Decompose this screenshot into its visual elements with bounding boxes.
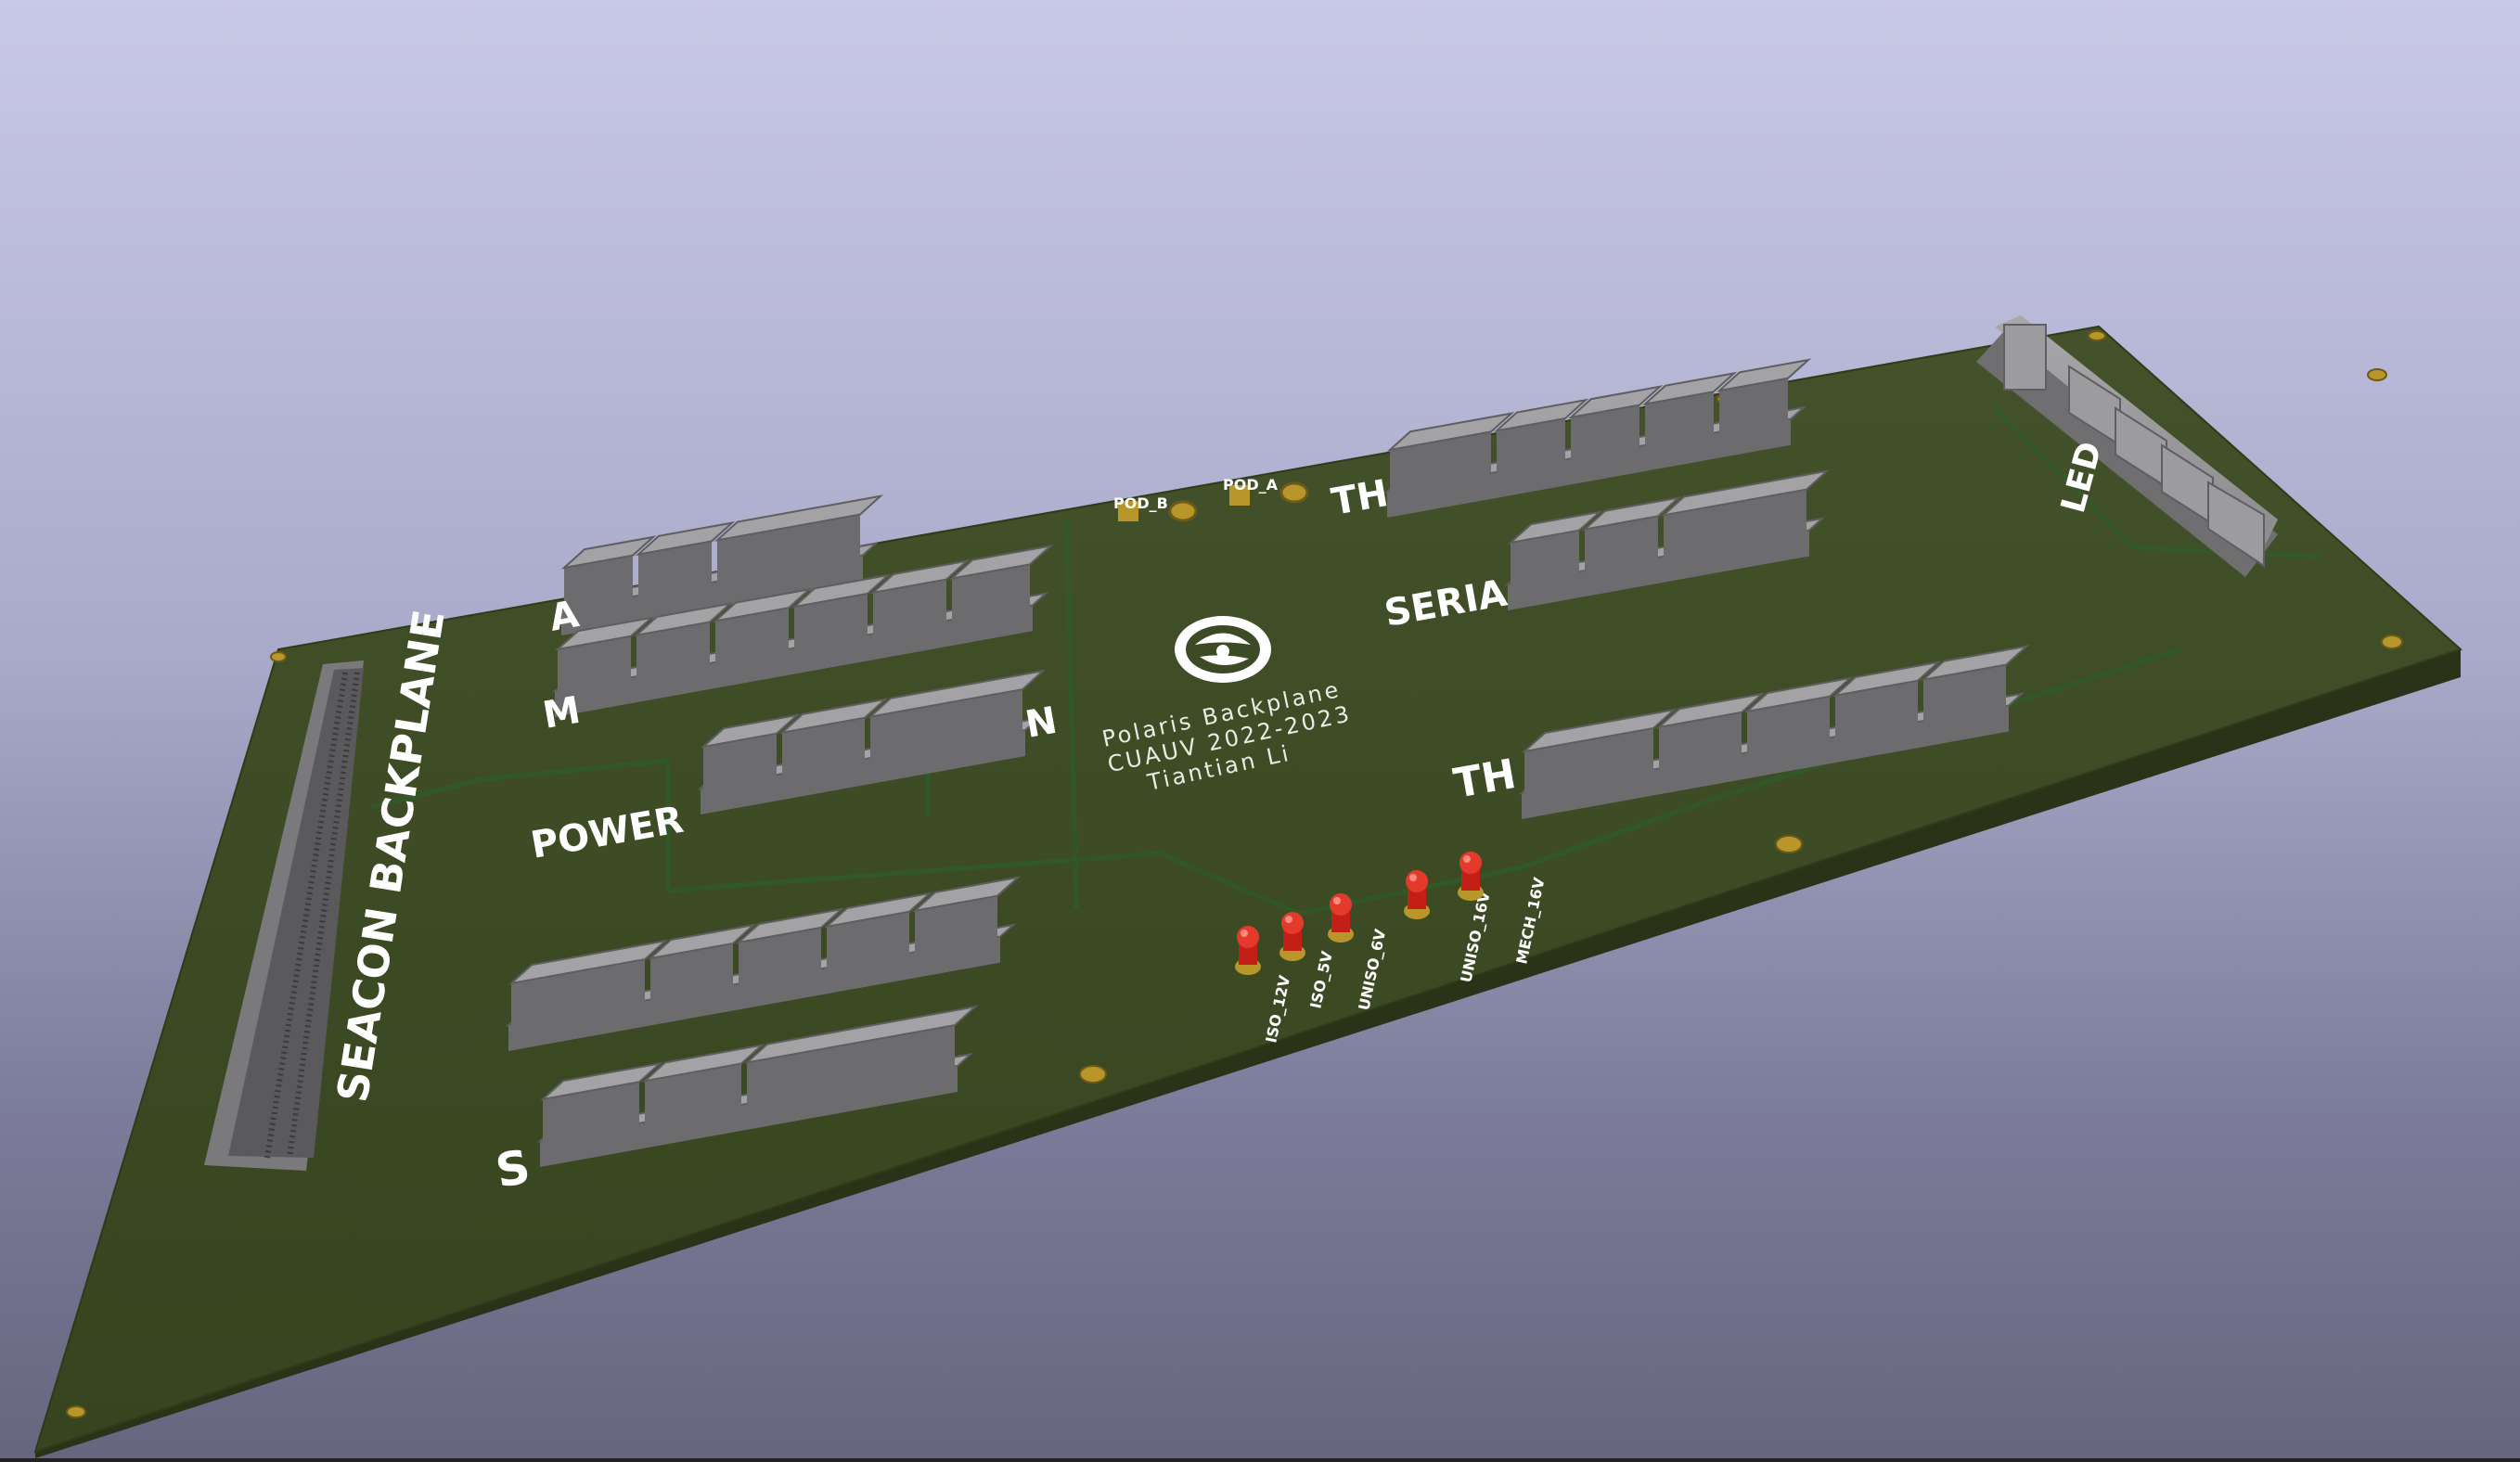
3d-viewer-canvas[interactable]: Polaris Backplane CUAUV 2022-2023 Tianti… — [0, 0, 2520, 1458]
indicator-led-4 — [1458, 852, 1484, 901]
indicator-led-1 — [1279, 912, 1305, 961]
pcb-3d-scene[interactable]: Polaris Backplane CUAUV 2022-2023 Tianti… — [0, 0, 2520, 1458]
test-pad-label-b: POD_B — [1113, 494, 1168, 512]
team-logo — [1175, 616, 1271, 683]
partial-label-m: M — [540, 689, 584, 737]
window-bottom-border — [0, 1458, 2520, 1462]
indicator-led-2 — [1328, 893, 1354, 943]
indicator-led-0 — [1235, 926, 1261, 975]
indicator-led-3 — [1404, 870, 1430, 919]
test-pad-label-a: POD_A — [1223, 476, 1279, 494]
